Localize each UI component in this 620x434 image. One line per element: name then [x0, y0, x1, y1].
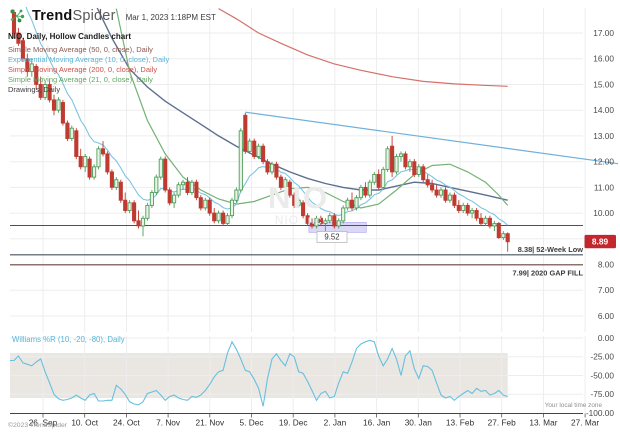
svg-text:5. Dec: 5. Dec — [240, 418, 264, 428]
svg-text:10. Oct: 10. Oct — [71, 418, 98, 428]
brand-wordmark[interactable]: TrendSpider — [32, 8, 116, 24]
header: TrendSpider Mar 1, 2023 1:18PM EST — [8, 7, 216, 25]
svg-text:7. Nov: 7. Nov — [156, 418, 181, 428]
last-price-badge: 8.89 — [585, 235, 617, 248]
trendspider-chart-window: 9.52 8.38| 52-Week Low 7.99| 2020 GAP FILL… — [0, 0, 620, 434]
svg-text:2. Jan: 2. Jan — [324, 418, 347, 428]
williams-r-legend[interactable]: Williams %R (10, -20, -80), Daily — [12, 335, 125, 344]
svg-text:13. Mar: 13. Mar — [529, 418, 557, 428]
date-axis[interactable]: 26. Sep10. Oct24. Oct7. Nov21. Nov5. Dec… — [10, 414, 599, 428]
svg-text:27. Feb: 27. Feb — [488, 418, 517, 428]
svg-text:12.00: 12.00 — [593, 157, 614, 167]
svg-text:10.00: 10.00 — [593, 208, 614, 218]
svg-text:13. Feb: 13. Feb — [446, 418, 475, 428]
svg-text:16. Jan: 16. Jan — [363, 418, 391, 428]
svg-text:-25.00: -25.00 — [590, 352, 614, 362]
brand-trend: Trend — [32, 8, 72, 24]
legend-item-ema-10[interactable]: Exponential Moving Average (10, 0, close… — [8, 55, 169, 65]
chart-title[interactable]: NIO, Daily, Hollow Candles chart — [8, 32, 131, 41]
svg-text:-75.00: -75.00 — [590, 389, 614, 399]
svg-text:8.00: 8.00 — [598, 260, 615, 270]
indicator-legend: Simple Moving Average (50, 0, close), Da… — [8, 45, 169, 95]
trendline-drawing[interactable] — [245, 112, 618, 164]
brand-spider: Spider — [72, 8, 115, 24]
svg-text:16.00: 16.00 — [593, 54, 614, 64]
svg-text:6.00: 6.00 — [598, 311, 615, 321]
timezone-note[interactable]: Your local time zone — [545, 402, 602, 409]
svg-text:9.52: 9.52 — [324, 233, 339, 242]
sma-200-line — [219, 9, 508, 87]
svg-text:7.99| 2020 GAP FILL: 7.99| 2020 GAP FILL — [512, 268, 583, 277]
svg-text:8.89: 8.89 — [592, 237, 609, 247]
svg-text:21. Nov: 21. Nov — [196, 418, 225, 428]
svg-text:0.00: 0.00 — [598, 333, 615, 343]
svg-text:13.00: 13.00 — [593, 131, 614, 141]
svg-text:27. Mar: 27. Mar — [571, 418, 599, 428]
legend-item-sma-50[interactable]: Simple Moving Average (50, 0, close), Da… — [8, 45, 169, 55]
svg-text:7.00: 7.00 — [598, 285, 615, 295]
trendspider-logo-icon[interactable] — [8, 7, 26, 25]
legend-item-sma-21[interactable]: Simple Moving Average (21, 0, close), Da… — [8, 75, 169, 85]
chart-timestamp: Mar 1, 2023 1:18PM EST — [126, 11, 216, 22]
legend-item-sma-200[interactable]: Simple Moving Average (200, 0, close), D… — [8, 65, 169, 75]
legend-item-drawings[interactable]: Drawings, Daily — [8, 85, 169, 95]
svg-text:19. Dec: 19. Dec — [279, 418, 308, 428]
svg-text:-100.00: -100.00 — [586, 408, 615, 418]
svg-text:11.00: 11.00 — [594, 182, 615, 192]
svg-text:24. Oct: 24. Oct — [113, 418, 140, 428]
svg-text:30. Jan: 30. Jan — [405, 418, 433, 428]
svg-text:15.00: 15.00 — [593, 79, 614, 89]
svg-text:14.00: 14.00 — [593, 105, 614, 115]
svg-text:17.00: 17.00 — [593, 28, 614, 38]
copyright-note: ©2023 TrendSpider — [8, 422, 67, 429]
price-axis[interactable]: 17.00 16.00 15.00 14.00 13.00 12.00 11.00 10.00… — [593, 28, 614, 321]
svg-text:8.38| 52-Week Low: 8.38| 52-Week Low — [518, 245, 583, 254]
svg-text:-50.00: -50.00 — [590, 370, 614, 380]
